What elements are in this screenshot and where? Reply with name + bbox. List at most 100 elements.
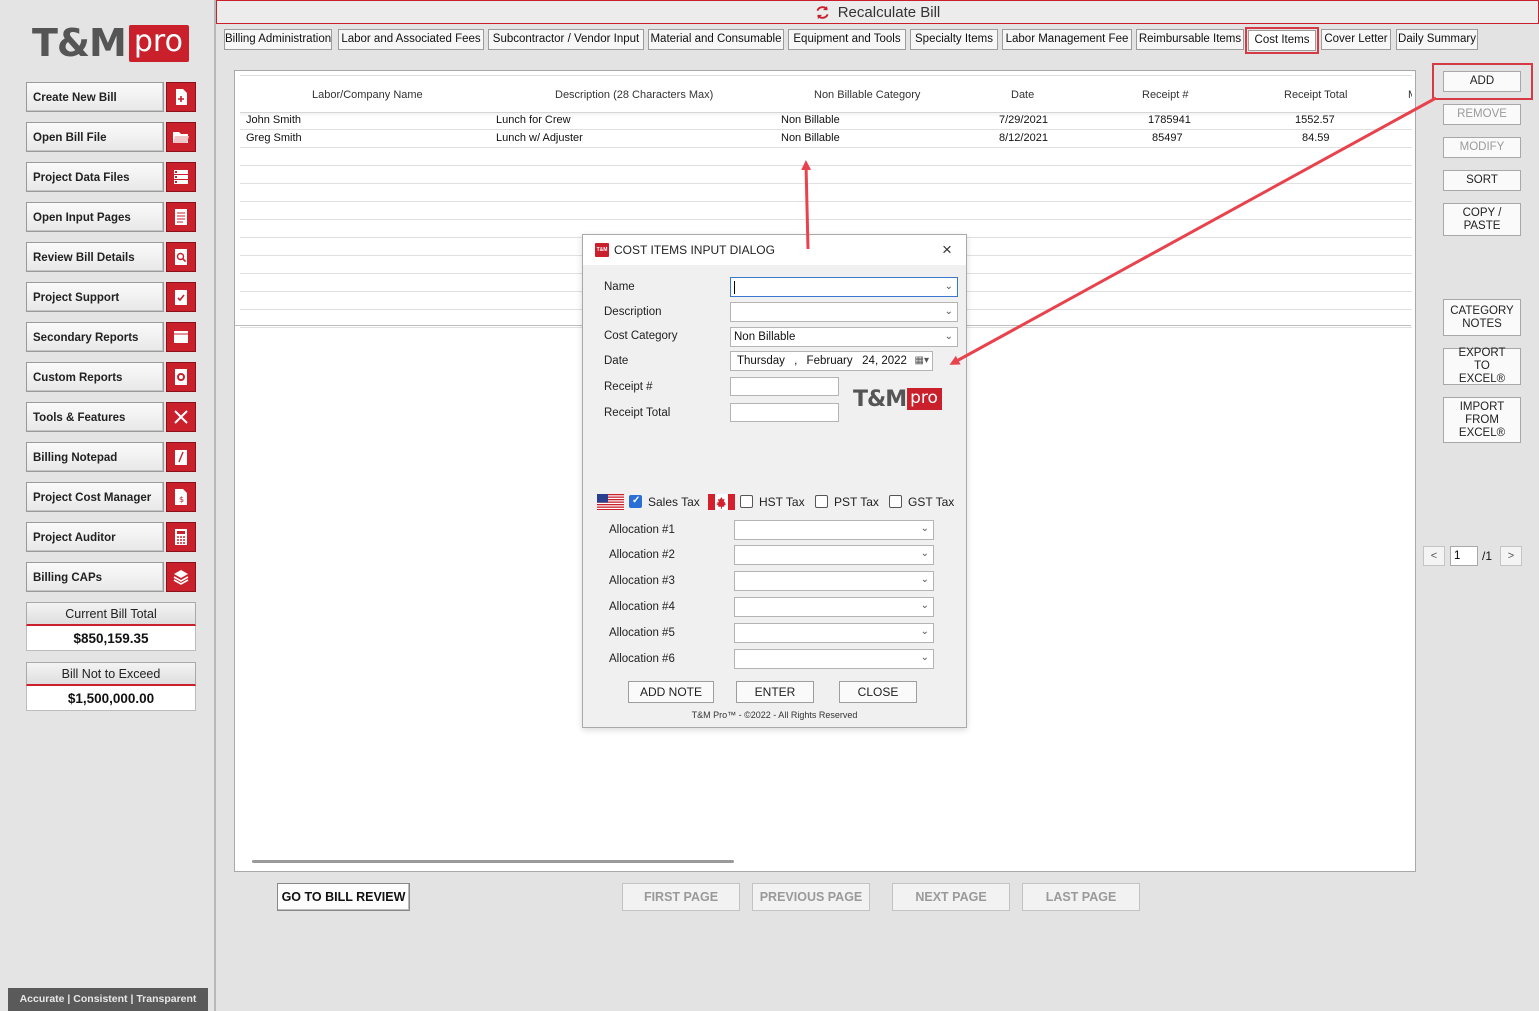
sidebar-item-tools-features[interactable]: Tools & Features (26, 402, 196, 432)
next-page-icon[interactable]: > (1500, 546, 1522, 566)
sidebar-item-label: Project Cost Manager (26, 482, 164, 512)
chevron-down-icon[interactable]: ⌄ (921, 652, 929, 663)
column-header-date[interactable]: Date (1011, 89, 1034, 101)
tab-cover-letter[interactable]: Cover Letter (1321, 29, 1391, 50)
tab-material-consumable[interactable]: Material and Consumable (648, 29, 784, 50)
sidebar-item-secondary-reports[interactable]: Secondary Reports (26, 322, 196, 352)
dialog-title-bar[interactable]: T&M COST ITEMS INPUT DIALOG × (583, 235, 966, 265)
custom-report-icon (166, 362, 196, 392)
app-icon: T&M (595, 243, 609, 257)
column-header-receipt-number[interactable]: Receipt # (1142, 89, 1188, 101)
column-header-description[interactable]: Description (28 Characters Max) (555, 89, 713, 101)
horizontal-scrollbar[interactable] (252, 860, 734, 863)
sidebar-item-open-input-pages[interactable]: Open Input Pages (26, 202, 196, 232)
column-header-name[interactable]: Labor/Company Name (312, 89, 423, 101)
sidebar-item-billing-notepad[interactable]: Billing Notepad (26, 442, 196, 472)
import-excel-button[interactable]: IMPORT FROM EXCEL® (1443, 397, 1521, 443)
chevron-down-icon[interactable]: ⌄ (945, 328, 953, 346)
sidebar-item-review-bill-details[interactable]: Review Bill Details (26, 242, 196, 272)
chevron-down-icon[interactable]: ⌄ (921, 574, 929, 585)
sidebar-item-custom-reports[interactable]: Custom Reports (26, 362, 196, 392)
receipt-number-input[interactable] (730, 377, 839, 396)
tab-labor-management-fee[interactable]: Labor Management Fee (1002, 29, 1132, 50)
category-notes-button[interactable]: CATEGORY NOTES (1443, 299, 1521, 336)
tab-cost-items[interactable]: Cost Items (1245, 27, 1319, 54)
sales-tax-checkbox[interactable] (629, 495, 642, 508)
chevron-down-icon[interactable]: ⌄ (945, 303, 953, 321)
gst-tax-checkbox[interactable] (889, 495, 902, 508)
cell-receipt-number: 1785941 (1148, 114, 1191, 126)
previous-page-button[interactable]: PREVIOUS PAGE (752, 883, 870, 911)
chevron-down-icon[interactable]: ⌄ (921, 626, 929, 637)
tab-billing-administration[interactable]: Billing Administration (224, 29, 332, 50)
bill-not-to-exceed-label: Bill Not to Exceed (26, 662, 196, 686)
column-header-category[interactable]: Non Billable Category (814, 89, 920, 101)
last-page-button[interactable]: LAST PAGE (1022, 883, 1140, 911)
sidebar-item-create-new-bill[interactable]: Create New Bill (26, 82, 196, 112)
cost-category-value: Non Billable (734, 331, 796, 343)
allocation-4-combobox[interactable]: ⌄ (734, 597, 934, 617)
sidebar-item-project-cost-manager[interactable]: Project Cost Manager $ (26, 482, 196, 512)
cost-category-combobox[interactable]: Non Billable ⌄ (730, 327, 958, 347)
chevron-down-icon[interactable]: ⌄ (921, 523, 929, 534)
sidebar-item-project-auditor[interactable]: Project Auditor (26, 522, 196, 552)
name-combobox[interactable]: ⌄ (730, 277, 958, 297)
column-header-receipt-total[interactable]: Receipt Total (1284, 89, 1347, 101)
allocation-2-label: Allocation #2 (609, 549, 675, 561)
cell-date: 7/29/2021 (999, 114, 1048, 126)
copy-paste-button[interactable]: COPY / PASTE (1443, 203, 1521, 236)
table-row[interactable]: John Smith Lunch for Crew Non Billable 7… (240, 112, 1412, 130)
first-page-button[interactable]: FIRST PAGE (622, 883, 740, 911)
folder-open-icon (166, 122, 196, 152)
notepad-icon (166, 442, 196, 472)
sidebar-item-project-data-files[interactable]: Project Data Files (26, 162, 196, 192)
receipt-total-input[interactable] (730, 403, 839, 422)
add-note-button[interactable]: ADD NOTE (628, 681, 714, 703)
sort-button[interactable]: SORT (1443, 170, 1521, 191)
dialog-title: COST ITEMS INPUT DIALOG (614, 243, 775, 257)
tab-daily-summary[interactable]: Daily Summary (1396, 29, 1478, 50)
modify-button[interactable]: MODIFY (1443, 137, 1521, 158)
logo-pro: pro (907, 388, 942, 410)
remove-button[interactable]: REMOVE (1443, 104, 1521, 125)
chevron-down-icon[interactable]: ⌄ (921, 548, 929, 559)
page-number-input[interactable] (1450, 546, 1478, 566)
next-page-button[interactable]: NEXT PAGE (892, 883, 1010, 911)
tab-labor-associated-fees[interactable]: Labor and Associated Fees (338, 29, 484, 50)
sidebar-item-open-bill-file[interactable]: Open Bill File (26, 122, 196, 152)
close-icon[interactable]: × (936, 239, 958, 261)
prev-page-icon[interactable]: < (1423, 546, 1445, 566)
hst-tax-checkbox[interactable] (740, 495, 753, 508)
allocation-6-combobox[interactable]: ⌄ (734, 649, 934, 669)
close-button[interactable]: CLOSE (839, 681, 917, 703)
tab-equipment-tools[interactable]: Equipment and Tools (788, 29, 906, 50)
tab-specialty-items[interactable]: Specialty Items (910, 29, 998, 50)
table-row[interactable]: Greg Smith Lunch w/ Adjuster Non Billabl… (240, 130, 1412, 148)
enter-button[interactable]: ENTER (736, 681, 814, 703)
chevron-down-icon[interactable]: ⌄ (921, 600, 929, 611)
date-picker[interactable]: Thursday , February 24, 2022 ▦▾ (730, 351, 933, 371)
allocation-3-combobox[interactable]: ⌄ (734, 571, 934, 591)
sidebar-item-project-support[interactable]: Project Support (26, 282, 196, 312)
description-combobox[interactable]: ⌄ (730, 302, 958, 322)
add-button[interactable]: ADD (1443, 71, 1521, 92)
tab-reimbursable-items[interactable]: Reimbursable Items (1136, 29, 1244, 50)
table-row-empty[interactable] (240, 166, 1412, 184)
data-list-icon (166, 162, 196, 192)
calendar-icon[interactable]: ▦▾ (915, 352, 929, 370)
table-row-empty[interactable] (240, 148, 1412, 166)
column-header-more[interactable]: M (1408, 89, 1412, 101)
go-to-bill-review-button[interactable]: GO TO BILL REVIEW (277, 883, 410, 911)
table-row-empty[interactable] (240, 202, 1412, 220)
pst-tax-checkbox[interactable] (815, 495, 828, 508)
allocation-2-combobox[interactable]: ⌄ (734, 545, 934, 565)
recalculate-bill-button[interactable]: Recalculate Bill (216, 0, 1539, 24)
table-row-empty[interactable] (240, 184, 1412, 202)
tab-subcontractor-vendor-input[interactable]: Subcontractor / Vendor Input (488, 29, 644, 50)
allocation-1-combobox[interactable]: ⌄ (734, 520, 934, 540)
chevron-down-icon[interactable]: ⌄ (945, 278, 953, 296)
allocation-5-combobox[interactable]: ⌄ (734, 623, 934, 643)
export-excel-button[interactable]: EXPORT TO EXCEL® (1443, 347, 1521, 385)
page-total: /1 (1482, 549, 1493, 563)
sidebar-item-billing-caps[interactable]: Billing CAPs (26, 562, 196, 592)
